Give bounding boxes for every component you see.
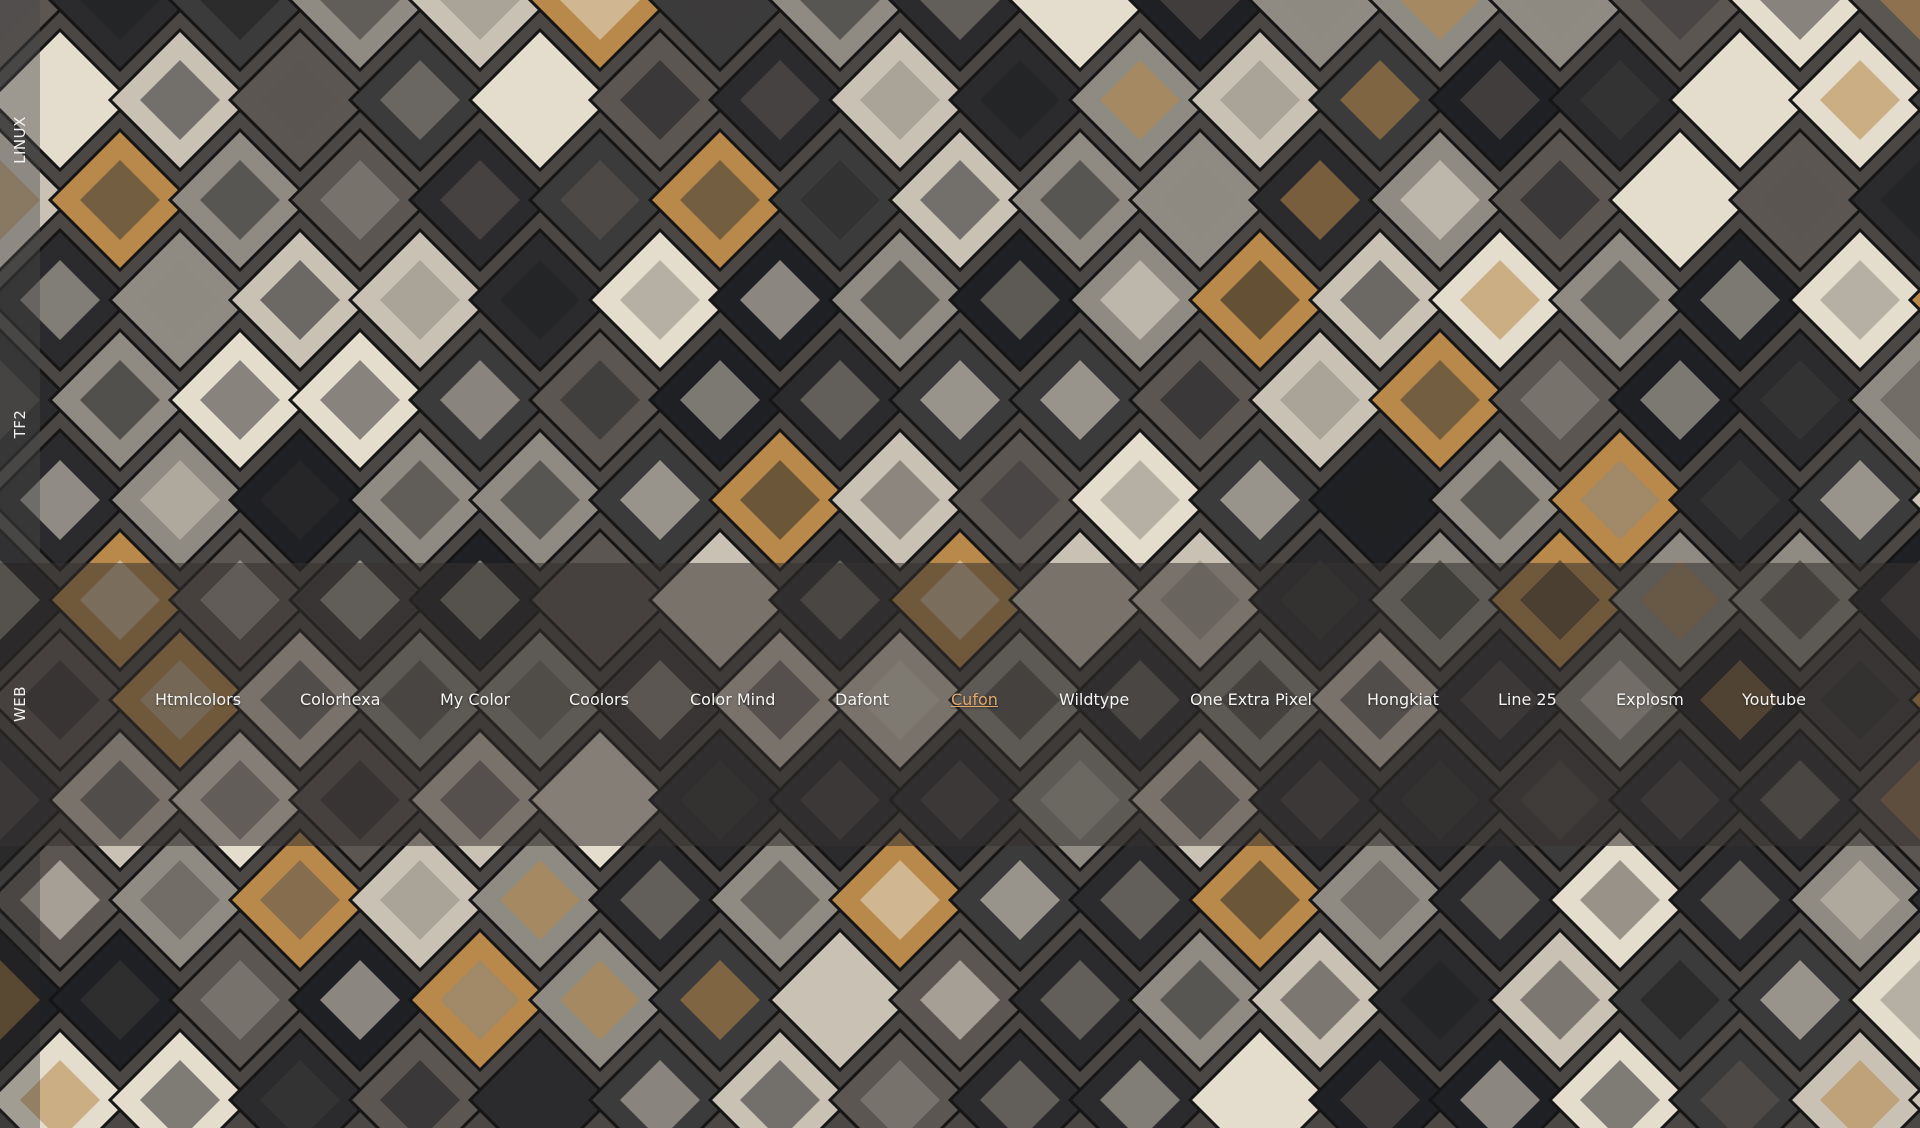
sidebar-item-label: TF2: [11, 409, 29, 439]
web-links: Htmlcolors Colorhexa My Color Coolors Co…: [155, 690, 1895, 716]
sidebar-item-label: LINUX: [11, 116, 29, 164]
link-colorhexa[interactable]: Colorhexa: [300, 690, 380, 709]
link-line-25[interactable]: Line 25: [1498, 690, 1557, 709]
link-one-extra-pixel[interactable]: One Extra Pixel: [1190, 690, 1312, 709]
link-color-mind[interactable]: Color Mind: [690, 690, 775, 709]
link-cufon[interactable]: Cufon: [951, 690, 998, 709]
link-coolors[interactable]: Coolors: [569, 690, 629, 709]
link-youtube[interactable]: Youtube: [1742, 690, 1806, 709]
link-my-color[interactable]: My Color: [440, 690, 510, 709]
desktop: LINUX TF2 WEB Htmlcolors Colorhexa My Co…: [0, 0, 1920, 1128]
sidebar-item-label: WEB: [11, 685, 29, 723]
link-htmlcolors[interactable]: Htmlcolors: [155, 690, 241, 709]
sidebar: LINUX TF2 WEB: [0, 0, 40, 1128]
link-wildtype[interactable]: Wildtype: [1059, 690, 1129, 709]
link-dafont[interactable]: Dafont: [835, 690, 889, 709]
link-explosm[interactable]: Explosm: [1616, 690, 1684, 709]
link-hongkiat[interactable]: Hongkiat: [1367, 690, 1439, 709]
